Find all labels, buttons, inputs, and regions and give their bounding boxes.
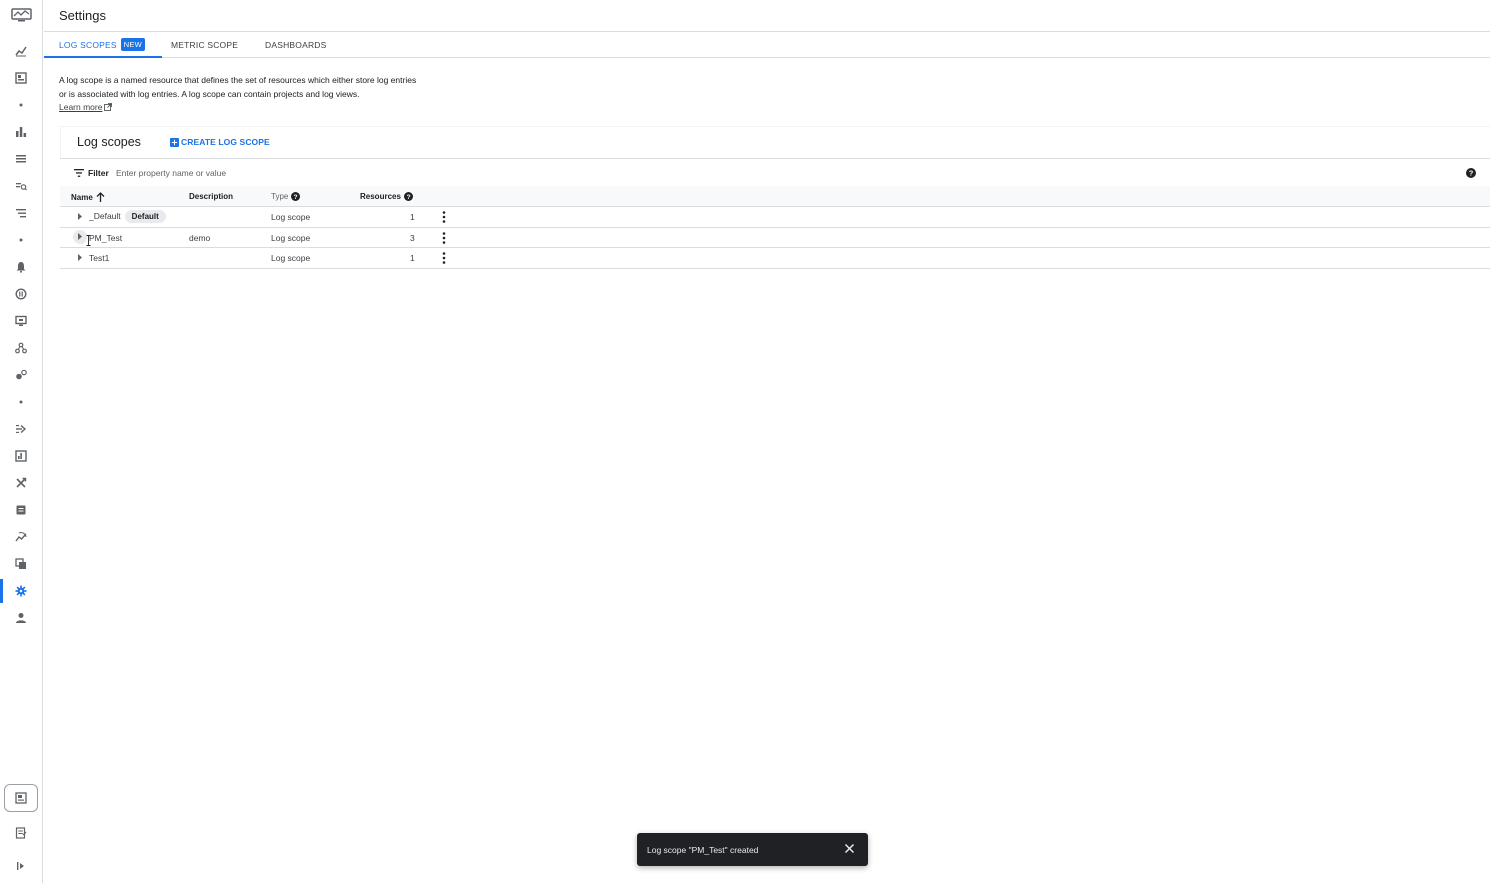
help-icon[interactable]: ? — [403, 192, 413, 201]
expand-row-icon[interactable] — [73, 229, 87, 244]
svg-text:?: ? — [1469, 169, 1474, 178]
column-header-resources: Resources ? — [360, 192, 413, 201]
log-scope-description: A log scope is a named resource that def… — [59, 74, 419, 115]
snackbar: Log scope "PM_Test" created — [637, 833, 868, 866]
profiler-icon[interactable] — [0, 444, 42, 468]
separator-dot-icon — [0, 228, 42, 252]
uptime-checks-icon[interactable] — [0, 282, 42, 306]
cloud-shell-icon[interactable] — [4, 784, 38, 812]
column-header-name[interactable]: Name — [71, 192, 105, 202]
expand-row-icon[interactable] — [76, 212, 84, 221]
text-cursor-icon — [86, 235, 91, 246]
log-scopes-table: Name Description Type ? Resources ? _Def… — [60, 186, 1490, 269]
new-badge: NEW — [120, 38, 145, 51]
log-router-icon[interactable] — [0, 201, 42, 225]
column-label: Resources — [360, 192, 401, 201]
row-type: Log scope — [271, 232, 311, 243]
expand-rail-icon[interactable] — [0, 854, 42, 878]
tab-label: DASHBOARDS — [265, 39, 327, 50]
row-description: demo — [189, 232, 211, 243]
table-row[interactable]: Test1 Log scope 1 — [60, 248, 1490, 269]
groups-icon[interactable] — [0, 363, 42, 387]
svg-text:?: ? — [406, 194, 410, 201]
learn-more-label: Learn more — [59, 102, 103, 112]
scope-name: _Default — [89, 211, 121, 221]
overview-chart-icon[interactable] — [0, 39, 42, 63]
external-link-icon — [104, 103, 113, 111]
row-name-cell: _Default Default — [89, 210, 166, 223]
row-type: Log scope — [271, 253, 311, 263]
release-notes-icon[interactable] — [0, 821, 42, 845]
scope-name: Test1 — [89, 253, 110, 263]
metrics-explorer-icon[interactable] — [0, 120, 42, 144]
synthetic-monitor-icon[interactable] — [0, 309, 42, 333]
account-person-icon[interactable] — [0, 606, 42, 630]
tab-bar: LOG SCOPES NEW METRIC SCOPE DASHBOARDS — [44, 32, 1490, 58]
error-reporting-icon[interactable] — [0, 498, 42, 522]
logs-explorer-icon[interactable] — [0, 147, 42, 171]
row-resources: 1 — [410, 212, 415, 222]
column-label: Name — [71, 192, 93, 202]
table-header-row: Name Description Type ? Resources ? — [60, 186, 1490, 207]
settings-gear-icon[interactable] — [0, 579, 42, 603]
slo-icon[interactable] — [0, 525, 42, 549]
column-header-type: Type ? — [271, 192, 301, 201]
filter-icon — [74, 169, 84, 177]
integrations-icon[interactable] — [0, 471, 42, 495]
more-vert-icon[interactable] — [442, 252, 446, 264]
svg-text:?: ? — [294, 194, 298, 201]
scope-name: PM_Test — [89, 232, 123, 243]
tab-metric-scope[interactable]: METRIC SCOPE — [171, 32, 238, 57]
row-type: Log scope — [271, 212, 311, 222]
create-button-label: CREATE LOG SCOPE — [181, 137, 270, 147]
sort-ascending-icon[interactable] — [96, 192, 105, 202]
row-resources: 3 — [410, 232, 415, 243]
column-label: Type — [271, 192, 289, 201]
monitoring-logo-icon[interactable] — [11, 8, 32, 22]
more-vert-icon[interactable] — [442, 231, 446, 244]
nav-rail — [0, 0, 43, 883]
filter-bar: Filter ? — [60, 158, 1490, 188]
more-vert-icon[interactable] — [442, 211, 446, 223]
row-resources: 1 — [410, 253, 415, 263]
default-chip: Default — [124, 210, 166, 223]
tab-dashboards[interactable]: DASHBOARDS — [265, 32, 327, 57]
card-title: Log scopes — [77, 135, 141, 149]
filter-label: Filter — [88, 168, 109, 178]
expand-row-icon[interactable] — [76, 253, 84, 262]
create-log-scope-button[interactable]: CREATE LOG SCOPE — [170, 137, 270, 147]
separator-dot-icon — [0, 390, 42, 414]
column-label: Description — [189, 192, 234, 201]
add-box-icon — [170, 137, 179, 147]
description-text: A log scope is a named resource that def… — [59, 75, 417, 99]
tab-label: METRIC SCOPE — [171, 39, 239, 50]
metrics-scope-icon[interactable] — [0, 552, 42, 576]
filter-button[interactable]: Filter — [74, 168, 109, 178]
trace-explorer-icon[interactable] — [0, 417, 42, 441]
dashboards-icon[interactable] — [0, 66, 42, 90]
tab-label: LOG SCOPES — [59, 39, 117, 50]
help-icon[interactable]: ? — [291, 192, 301, 201]
close-icon[interactable] — [844, 843, 855, 854]
learn-more-link[interactable]: Learn more — [59, 102, 113, 112]
table-row[interactable]: PM_Test demo Log scope 3 — [60, 228, 1490, 248]
alerting-bell-icon[interactable] — [0, 255, 42, 279]
help-icon[interactable]: ? — [1466, 168, 1476, 178]
log-scopes-card-header: Log scopes CREATE LOG SCOPE — [60, 126, 1490, 159]
tab-log-scopes[interactable]: LOG SCOPES NEW — [44, 32, 162, 58]
snackbar-message: Log scope "PM_Test" created — [647, 845, 759, 855]
service-topology-icon[interactable] — [0, 336, 42, 360]
page-title: Settings — [59, 8, 106, 23]
column-header-description: Description — [189, 192, 233, 201]
separator-dot-icon — [0, 93, 42, 117]
table-row[interactable]: _Default Default Log scope 1 — [60, 207, 1490, 228]
page-header: Settings — [44, 0, 1490, 32]
filter-input[interactable] — [116, 165, 416, 180]
log-analytics-icon[interactable] — [0, 174, 42, 198]
